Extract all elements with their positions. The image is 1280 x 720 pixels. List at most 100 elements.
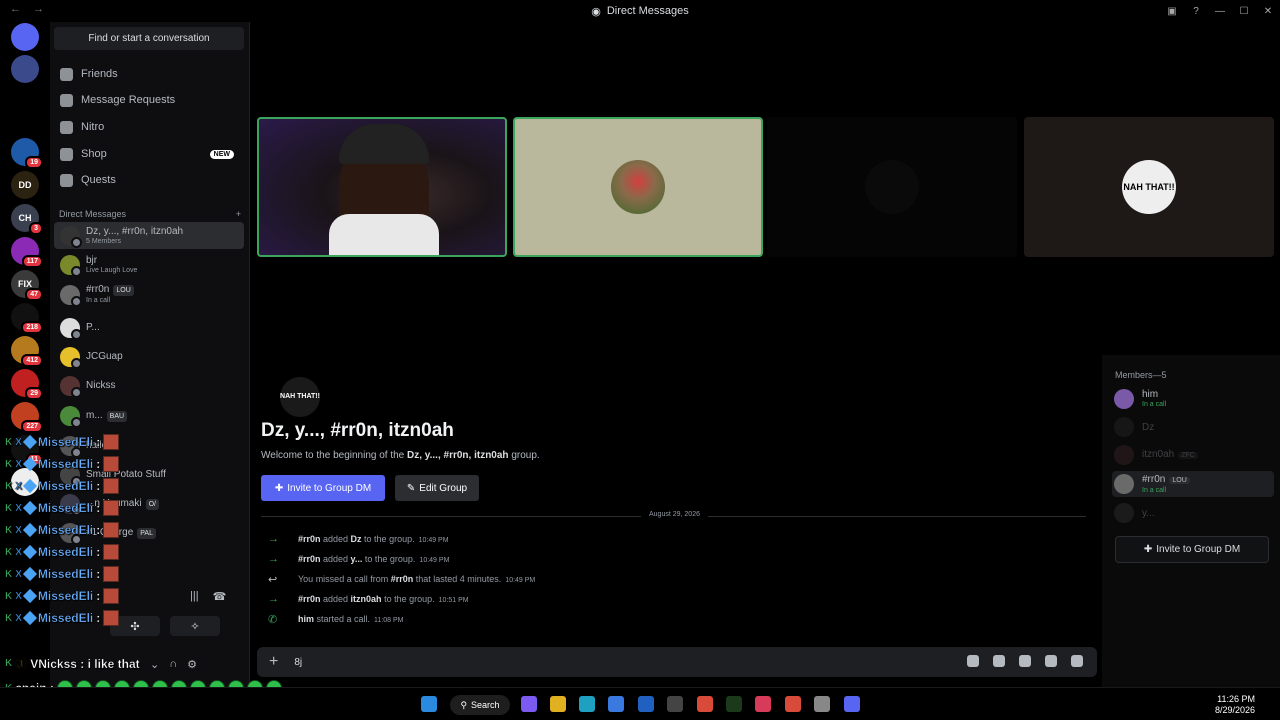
avatar bbox=[60, 254, 82, 277]
app-icon[interactable] bbox=[726, 696, 742, 712]
emote-icon bbox=[103, 522, 120, 538]
warning-icon: ⓵ bbox=[15, 657, 28, 671]
dm-item[interactable]: Dz, y..., #rr0n, itzn0ah 5 Members bbox=[54, 222, 244, 249]
dm-name-text: Nickss bbox=[86, 380, 116, 391]
video-tile-1[interactable] bbox=[257, 117, 507, 257]
find-conversation-button[interactable]: Find or start a conversation bbox=[54, 27, 244, 50]
server-icon[interactable]: 19 bbox=[11, 138, 43, 169]
participant-avatar bbox=[865, 160, 919, 214]
server-icon[interactable]: CH 3 bbox=[11, 204, 43, 235]
dm-item[interactable]: JCGuap bbox=[54, 343, 244, 370]
diamond-icon bbox=[22, 478, 37, 494]
participant-avatar: NAH THAT!! bbox=[1122, 160, 1176, 214]
mail-icon[interactable] bbox=[638, 696, 654, 712]
member-name-text: him bbox=[1142, 389, 1159, 400]
dm-item[interactable]: m... BAU bbox=[54, 402, 244, 429]
nav-message-requests[interactable]: Message Requests bbox=[54, 88, 244, 112]
file-explorer-icon[interactable] bbox=[550, 696, 566, 712]
server-icon[interactable]: 218 bbox=[11, 303, 43, 334]
overlay-chat-line: K X MissedEli: bbox=[5, 456, 120, 472]
copilot-icon[interactable] bbox=[521, 696, 537, 712]
taskbar-search[interactable]: ⚲ Search bbox=[450, 695, 510, 715]
search-label: Search bbox=[471, 700, 500, 710]
store-icon[interactable] bbox=[608, 696, 624, 712]
app-icon[interactable] bbox=[667, 696, 683, 712]
app-icon[interactable] bbox=[755, 696, 771, 712]
edit-group-button[interactable]: ✎ Edit Group bbox=[395, 475, 479, 501]
forward-arrow-icon[interactable]: → bbox=[33, 3, 44, 15]
member-status: In a call bbox=[1142, 486, 1167, 494]
video-tile-4[interactable]: NAH THAT!! bbox=[1024, 117, 1274, 257]
overlay-username: MissedEli bbox=[37, 479, 94, 493]
dm-item[interactable]: Nickss bbox=[54, 372, 244, 399]
emoji-icon[interactable] bbox=[1071, 655, 1083, 667]
nav-friends[interactable]: Friends bbox=[54, 62, 244, 86]
minimize-icon[interactable]: — bbox=[1208, 0, 1232, 22]
mention-badge: 19 bbox=[25, 156, 43, 169]
timestamp: 10:51 PM bbox=[438, 597, 469, 604]
overlay-chat-line: K X MissedEli: bbox=[5, 588, 120, 604]
dm-name-text: bjr bbox=[86, 254, 98, 266]
clock-time: 11:26 PM bbox=[1217, 694, 1255, 704]
inbox-icon[interactable]: ▣ bbox=[1160, 0, 1184, 22]
back-arrow-icon[interactable]: ← bbox=[10, 3, 21, 15]
edge-icon[interactable] bbox=[579, 696, 595, 712]
settings-icon[interactable] bbox=[814, 696, 830, 712]
message-part: y... bbox=[350, 554, 363, 564]
dm-item[interactable]: P... bbox=[54, 314, 244, 341]
member-item[interactable]: Dz bbox=[1112, 414, 1274, 440]
server-icon[interactable]: DD bbox=[11, 171, 39, 199]
server-icon[interactable]: FIX 47 bbox=[11, 270, 43, 301]
member-item[interactable]: y... bbox=[1112, 500, 1274, 526]
member-text: itzn0ah ZFC bbox=[1142, 449, 1198, 461]
kick-icon: K bbox=[5, 658, 13, 669]
participant-shirt bbox=[329, 214, 439, 255]
member-name-text: y... bbox=[1142, 507, 1155, 519]
message-composer[interactable]: + 8j bbox=[257, 647, 1097, 677]
nav-quests[interactable]: Quests bbox=[54, 168, 244, 192]
clan-tag: LOU bbox=[1169, 476, 1190, 484]
avatar bbox=[60, 405, 82, 428]
overlay-chat-line: K X MissedEli: bbox=[5, 566, 120, 582]
member-item[interactable]: him In a call bbox=[1112, 386, 1274, 412]
title-bar: ← → ◉ Direct Messages ▣ ? — ☐ ✕ bbox=[0, 0, 1280, 22]
dm-item[interactable]: #rr0n LOU In a call bbox=[54, 281, 244, 308]
dm-name: Dz, y..., #rr0n, itzn0ah bbox=[86, 226, 183, 237]
server-icon[interactable]: 412 bbox=[11, 336, 43, 367]
server-icon[interactable] bbox=[11, 23, 39, 51]
dm-header-label: Direct Messages bbox=[59, 209, 127, 219]
message-part: to the group. bbox=[361, 534, 415, 544]
video-tile-2[interactable] bbox=[513, 117, 763, 257]
member-name-text: Dz bbox=[1142, 421, 1155, 433]
nav-label: Quests bbox=[81, 174, 116, 186]
windows-start-icon[interactable] bbox=[421, 696, 437, 712]
member-item[interactable]: #rr0n LOU In a call bbox=[1112, 471, 1274, 497]
system-clock[interactable]: 11:26 PM 8/29/2026 bbox=[1215, 694, 1255, 716]
discord-taskbar-icon[interactable] bbox=[844, 696, 860, 712]
server-icon[interactable]: 29 bbox=[11, 369, 43, 400]
gif-icon[interactable] bbox=[1019, 655, 1031, 667]
help-icon[interactable]: ? bbox=[1184, 0, 1208, 22]
chrome-icon[interactable] bbox=[785, 696, 801, 712]
clan-tag: BAU bbox=[106, 410, 128, 422]
avatar bbox=[1114, 417, 1134, 437]
member-item[interactable]: itzn0ah ZFC bbox=[1112, 442, 1274, 468]
sticker-icon[interactable] bbox=[1045, 655, 1057, 667]
server-icon[interactable] bbox=[11, 55, 39, 83]
chrome-icon[interactable] bbox=[697, 696, 713, 712]
nav-shop[interactable]: Shop NEW bbox=[54, 142, 244, 166]
kick-icon: K bbox=[5, 612, 13, 624]
dm-item[interactable]: bjr Live Laugh Love bbox=[54, 251, 244, 278]
server-icon[interactable]: 227 bbox=[11, 402, 43, 433]
maximize-icon[interactable]: ☐ bbox=[1232, 0, 1256, 22]
server-icon[interactable]: 117 bbox=[11, 237, 43, 268]
dm-name-text: P... bbox=[86, 322, 100, 333]
create-dm-icon[interactable]: + bbox=[236, 209, 241, 219]
member-invite-button[interactable]: ✚ Invite to Group DM bbox=[1115, 536, 1269, 563]
video-tile-3[interactable] bbox=[767, 117, 1017, 257]
nav-nitro[interactable]: Nitro bbox=[54, 115, 244, 139]
gift-icon[interactable] bbox=[993, 655, 1005, 667]
close-icon[interactable]: ✕ bbox=[1256, 0, 1280, 22]
overlay-chat-line: K X MissedEli: bbox=[5, 522, 120, 538]
apps-icon[interactable] bbox=[967, 655, 979, 667]
